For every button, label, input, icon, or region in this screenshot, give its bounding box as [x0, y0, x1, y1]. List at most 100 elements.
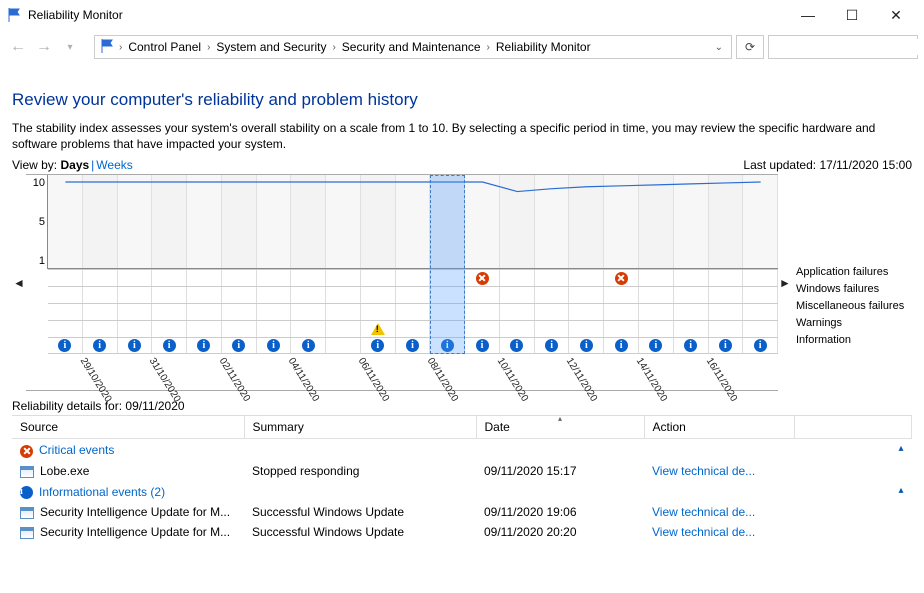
chart-event-cell[interactable]	[743, 287, 778, 303]
chart-event-cell[interactable]	[500, 287, 535, 303]
details-row[interactable]: Security Intelligence Update for M...Suc…	[12, 522, 912, 542]
chart-event-cell[interactable]: i	[500, 338, 535, 353]
breadcrumb-item[interactable]: Security and Maintenance	[340, 40, 483, 54]
column-header-action[interactable]: Action	[644, 416, 794, 439]
chart-event-cell[interactable]: i	[639, 338, 674, 353]
chart-event-cell[interactable]	[639, 287, 674, 303]
refresh-button[interactable]: ⟳	[736, 35, 764, 59]
chart-event-cell[interactable]	[257, 287, 292, 303]
chart-event-cell[interactable]	[430, 270, 465, 286]
maximize-button[interactable]: ☐	[830, 1, 874, 29]
chart-event-cell[interactable]	[361, 270, 396, 286]
chart-day-column[interactable]	[83, 175, 118, 268]
chart-event-cell[interactable]	[674, 321, 709, 337]
chart-event-cell[interactable]	[604, 270, 639, 286]
chart-event-cell[interactable]	[222, 304, 257, 320]
chart-event-cell[interactable]	[291, 304, 326, 320]
chart-event-cell[interactable]: i	[709, 338, 744, 353]
chart-event-cell[interactable]	[361, 287, 396, 303]
chart-event-cell[interactable]	[326, 321, 361, 337]
details-row[interactable]: Lobe.exeStopped responding09/11/2020 15:…	[12, 461, 912, 481]
chart-event-cell[interactable]	[396, 321, 431, 337]
chart-event-cell[interactable]	[222, 287, 257, 303]
chart-event-cell[interactable]	[500, 304, 535, 320]
chart-event-cell[interactable]: i	[187, 338, 222, 353]
chart-event-cell[interactable]	[187, 270, 222, 286]
chevron-up-icon[interactable]: ▴	[898, 485, 903, 496]
chart-scroll-right[interactable]: ►	[778, 174, 792, 391]
close-button[interactable]: ✕	[874, 1, 918, 29]
chart-event-cell[interactable]	[743, 270, 778, 286]
chart-day-column[interactable]	[396, 175, 431, 268]
chart-event-cell[interactable]	[118, 304, 153, 320]
chart-event-cell[interactable]	[152, 321, 187, 337]
chart-event-cell[interactable]: i	[674, 338, 709, 353]
breadcrumb-item[interactable]: Reliability Monitor	[494, 40, 593, 54]
chart-event-cell[interactable]	[535, 287, 570, 303]
chart-day-column[interactable]	[222, 175, 257, 268]
chart-event-cell[interactable]	[152, 270, 187, 286]
chart-event-cell[interactable]	[118, 287, 153, 303]
chart-event-cell[interactable]	[396, 304, 431, 320]
chart-event-cell[interactable]	[257, 304, 292, 320]
chart-event-cell[interactable]	[361, 304, 396, 320]
chart-event-cell[interactable]: i	[361, 338, 396, 353]
chart-event-cell[interactable]	[430, 321, 465, 337]
chart-event-cell[interactable]	[257, 321, 292, 337]
details-group-header[interactable]: Critical events▴	[12, 439, 912, 461]
chart-event-cell[interactable]: i	[569, 338, 604, 353]
details-group-header[interactable]: iInformational events (2)▴	[12, 481, 912, 502]
viewby-weeks-link[interactable]: Weeks	[96, 158, 132, 172]
chart-event-cell[interactable]	[604, 321, 639, 337]
chevron-right-icon[interactable]: ›	[332, 42, 335, 53]
search-input[interactable]	[773, 39, 924, 55]
chart-event-cell[interactable]	[639, 304, 674, 320]
forward-button[interactable]: →	[32, 35, 56, 59]
chart-event-cell[interactable]	[465, 304, 500, 320]
chart-event-cell[interactable]	[674, 304, 709, 320]
chevron-right-icon[interactable]: ›	[119, 42, 122, 53]
chart-day-column[interactable]	[152, 175, 187, 268]
chart-event-cell[interactable]	[118, 270, 153, 286]
chart-event-cell[interactable]	[674, 287, 709, 303]
reliability-chart[interactable]: 10 5 1 iiiiiiiiiiiiiiiiiiii 29/10/202031…	[26, 174, 778, 391]
chart-event-cell[interactable]	[291, 321, 326, 337]
chart-event-cell[interactable]	[187, 321, 222, 337]
chart-event-cell[interactable]	[187, 287, 222, 303]
breadcrumb-dropdown-icon[interactable]: ⌄	[711, 42, 727, 53]
chart-event-cell[interactable]	[604, 304, 639, 320]
chart-day-column[interactable]	[430, 175, 465, 268]
chart-event-cell[interactable]	[222, 321, 257, 337]
chevron-right-icon[interactable]: ›	[487, 42, 490, 53]
chart-day-column[interactable]	[500, 175, 535, 268]
chart-event-cell[interactable]	[83, 287, 118, 303]
column-header-date[interactable]: ▴Date	[476, 416, 644, 439]
chart-event-cell[interactable]	[152, 304, 187, 320]
chart-event-cell[interactable]	[152, 287, 187, 303]
chart-event-cell[interactable]	[535, 270, 570, 286]
chart-event-cell[interactable]	[743, 304, 778, 320]
chart-event-cell[interactable]	[569, 287, 604, 303]
chevron-up-icon[interactable]: ▴	[898, 443, 903, 454]
chart-event-cell[interactable]: i	[222, 338, 257, 353]
back-button[interactable]: ←	[6, 35, 30, 59]
chart-day-column[interactable]	[187, 175, 222, 268]
chart-day-column[interactable]	[743, 175, 778, 268]
column-header-summary[interactable]: Summary	[244, 416, 476, 439]
breadcrumb-item[interactable]: Control Panel	[126, 40, 203, 54]
chart-event-cell[interactable]	[187, 304, 222, 320]
chart-event-rows[interactable]: iiiiiiiiiiiiiiiiiiii	[48, 269, 778, 354]
details-row[interactable]: Security Intelligence Update for M...Suc…	[12, 502, 912, 522]
chart-event-cell[interactable]	[326, 304, 361, 320]
chart-day-column[interactable]	[257, 175, 292, 268]
chart-event-cell[interactable]	[500, 321, 535, 337]
chart-event-cell[interactable]	[639, 321, 674, 337]
chart-event-cell[interactable]	[83, 270, 118, 286]
breadcrumb-item[interactable]: System and Security	[214, 40, 328, 54]
chart-event-cell[interactable]: i	[152, 338, 187, 353]
chart-event-cell[interactable]	[709, 287, 744, 303]
viewby-days-link[interactable]: Days	[60, 158, 89, 172]
chart-day-column[interactable]	[639, 175, 674, 268]
chart-day-column[interactable]	[291, 175, 326, 268]
chart-event-cell[interactable]	[709, 304, 744, 320]
